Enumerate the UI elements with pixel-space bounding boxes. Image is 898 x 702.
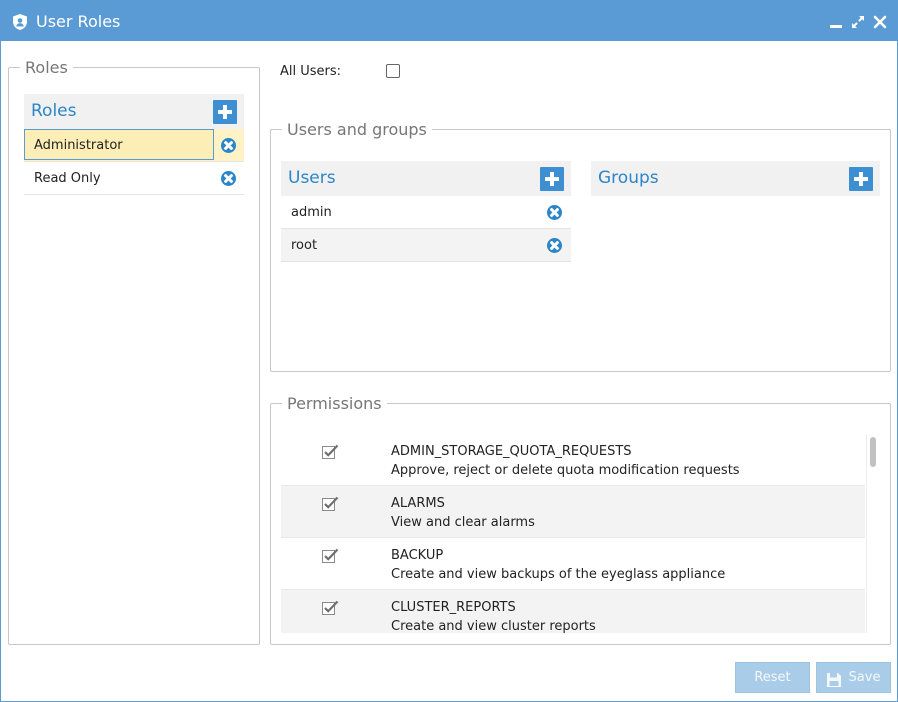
permission-description: Create and view cluster reports	[391, 619, 596, 633]
permission-name: ALARMS	[391, 496, 445, 511]
checkmark-checkbox-icon[interactable]	[322, 600, 339, 615]
shield-user-icon	[11, 13, 29, 31]
permission-description: View and clear alarms	[391, 515, 535, 530]
users-panel-header: Users	[281, 161, 571, 196]
add-user-button[interactable]	[540, 167, 564, 191]
close-icon[interactable]	[872, 14, 888, 30]
all-users-checkbox[interactable]	[386, 64, 400, 78]
permission-name: CLUSTER_REPORTS	[391, 600, 516, 615]
floppy-disk-icon	[826, 670, 842, 687]
user-label: root	[291, 238, 318, 253]
groups-list	[591, 196, 880, 359]
add-group-button[interactable]	[849, 167, 873, 191]
permission-row: BACKUP Create and view backups of the ey…	[281, 538, 865, 590]
permission-description: Approve, reject or delete quota modifica…	[391, 463, 740, 478]
checkmark-checkbox-icon[interactable]	[322, 548, 339, 563]
add-role-button[interactable]	[213, 100, 237, 124]
permission-row: CLUSTER_REPORTS Create and view cluster …	[281, 590, 865, 633]
all-users-label: All Users:	[280, 64, 342, 79]
permission-row: ADMIN_STORAGE_QUOTA_REQUESTS Approve, re…	[281, 434, 865, 486]
maximize-icon[interactable]	[850, 14, 866, 30]
users-groups-legend: Users and groups	[287, 120, 427, 139]
reset-button[interactable]: Reset	[735, 662, 810, 693]
permissions-legend: Permissions	[287, 394, 382, 413]
title-bar[interactable]: User Roles	[1, 1, 897, 41]
remove-role-icon[interactable]	[221, 171, 236, 186]
save-button[interactable]: Save	[816, 662, 891, 693]
checkmark-checkbox-icon[interactable]	[322, 496, 339, 511]
checkmark-checkbox-icon[interactable]	[322, 444, 339, 459]
roles-panel-header: Roles	[24, 94, 244, 129]
scrollbar-thumb[interactable]	[870, 437, 876, 467]
role-row-administrator[interactable]: Administrator	[24, 129, 244, 162]
remove-user-icon[interactable]	[547, 238, 562, 253]
roles-list: Administrator Read Only	[24, 129, 244, 633]
permissions-scrollbar[interactable]	[866, 434, 878, 633]
window-title: User Roles	[36, 12, 121, 31]
roles-legend: Roles	[25, 58, 68, 77]
roles-panel-title: Roles	[31, 101, 77, 121]
user-roles-window: User Roles Roles Roles Administrator Rea…	[0, 0, 898, 702]
remove-user-icon[interactable]	[547, 205, 562, 220]
remove-role-icon[interactable]	[221, 138, 236, 153]
role-label: Read Only	[34, 171, 101, 186]
users-list: admin root	[281, 196, 571, 359]
minimize-icon[interactable]	[828, 14, 844, 30]
permission-description: Create and view backups of the eyeglass …	[391, 567, 726, 582]
user-row-root[interactable]: root	[281, 229, 571, 262]
permission-name: BACKUP	[391, 548, 444, 563]
role-row-read-only[interactable]: Read Only	[24, 162, 244, 195]
role-label: Administrator	[34, 138, 123, 153]
permission-name: ADMIN_STORAGE_QUOTA_REQUESTS	[391, 444, 632, 459]
groups-panel-header: Groups	[591, 161, 880, 196]
user-row-admin[interactable]: admin	[281, 196, 571, 229]
user-label: admin	[291, 205, 332, 220]
groups-panel-title: Groups	[598, 168, 659, 188]
permissions-list: ADMIN_STORAGE_QUOTA_REQUESTS Approve, re…	[281, 434, 865, 633]
users-panel-title: Users	[288, 168, 336, 188]
save-label: Save	[848, 670, 881, 685]
permission-row: ALARMS View and clear alarms	[281, 486, 865, 538]
